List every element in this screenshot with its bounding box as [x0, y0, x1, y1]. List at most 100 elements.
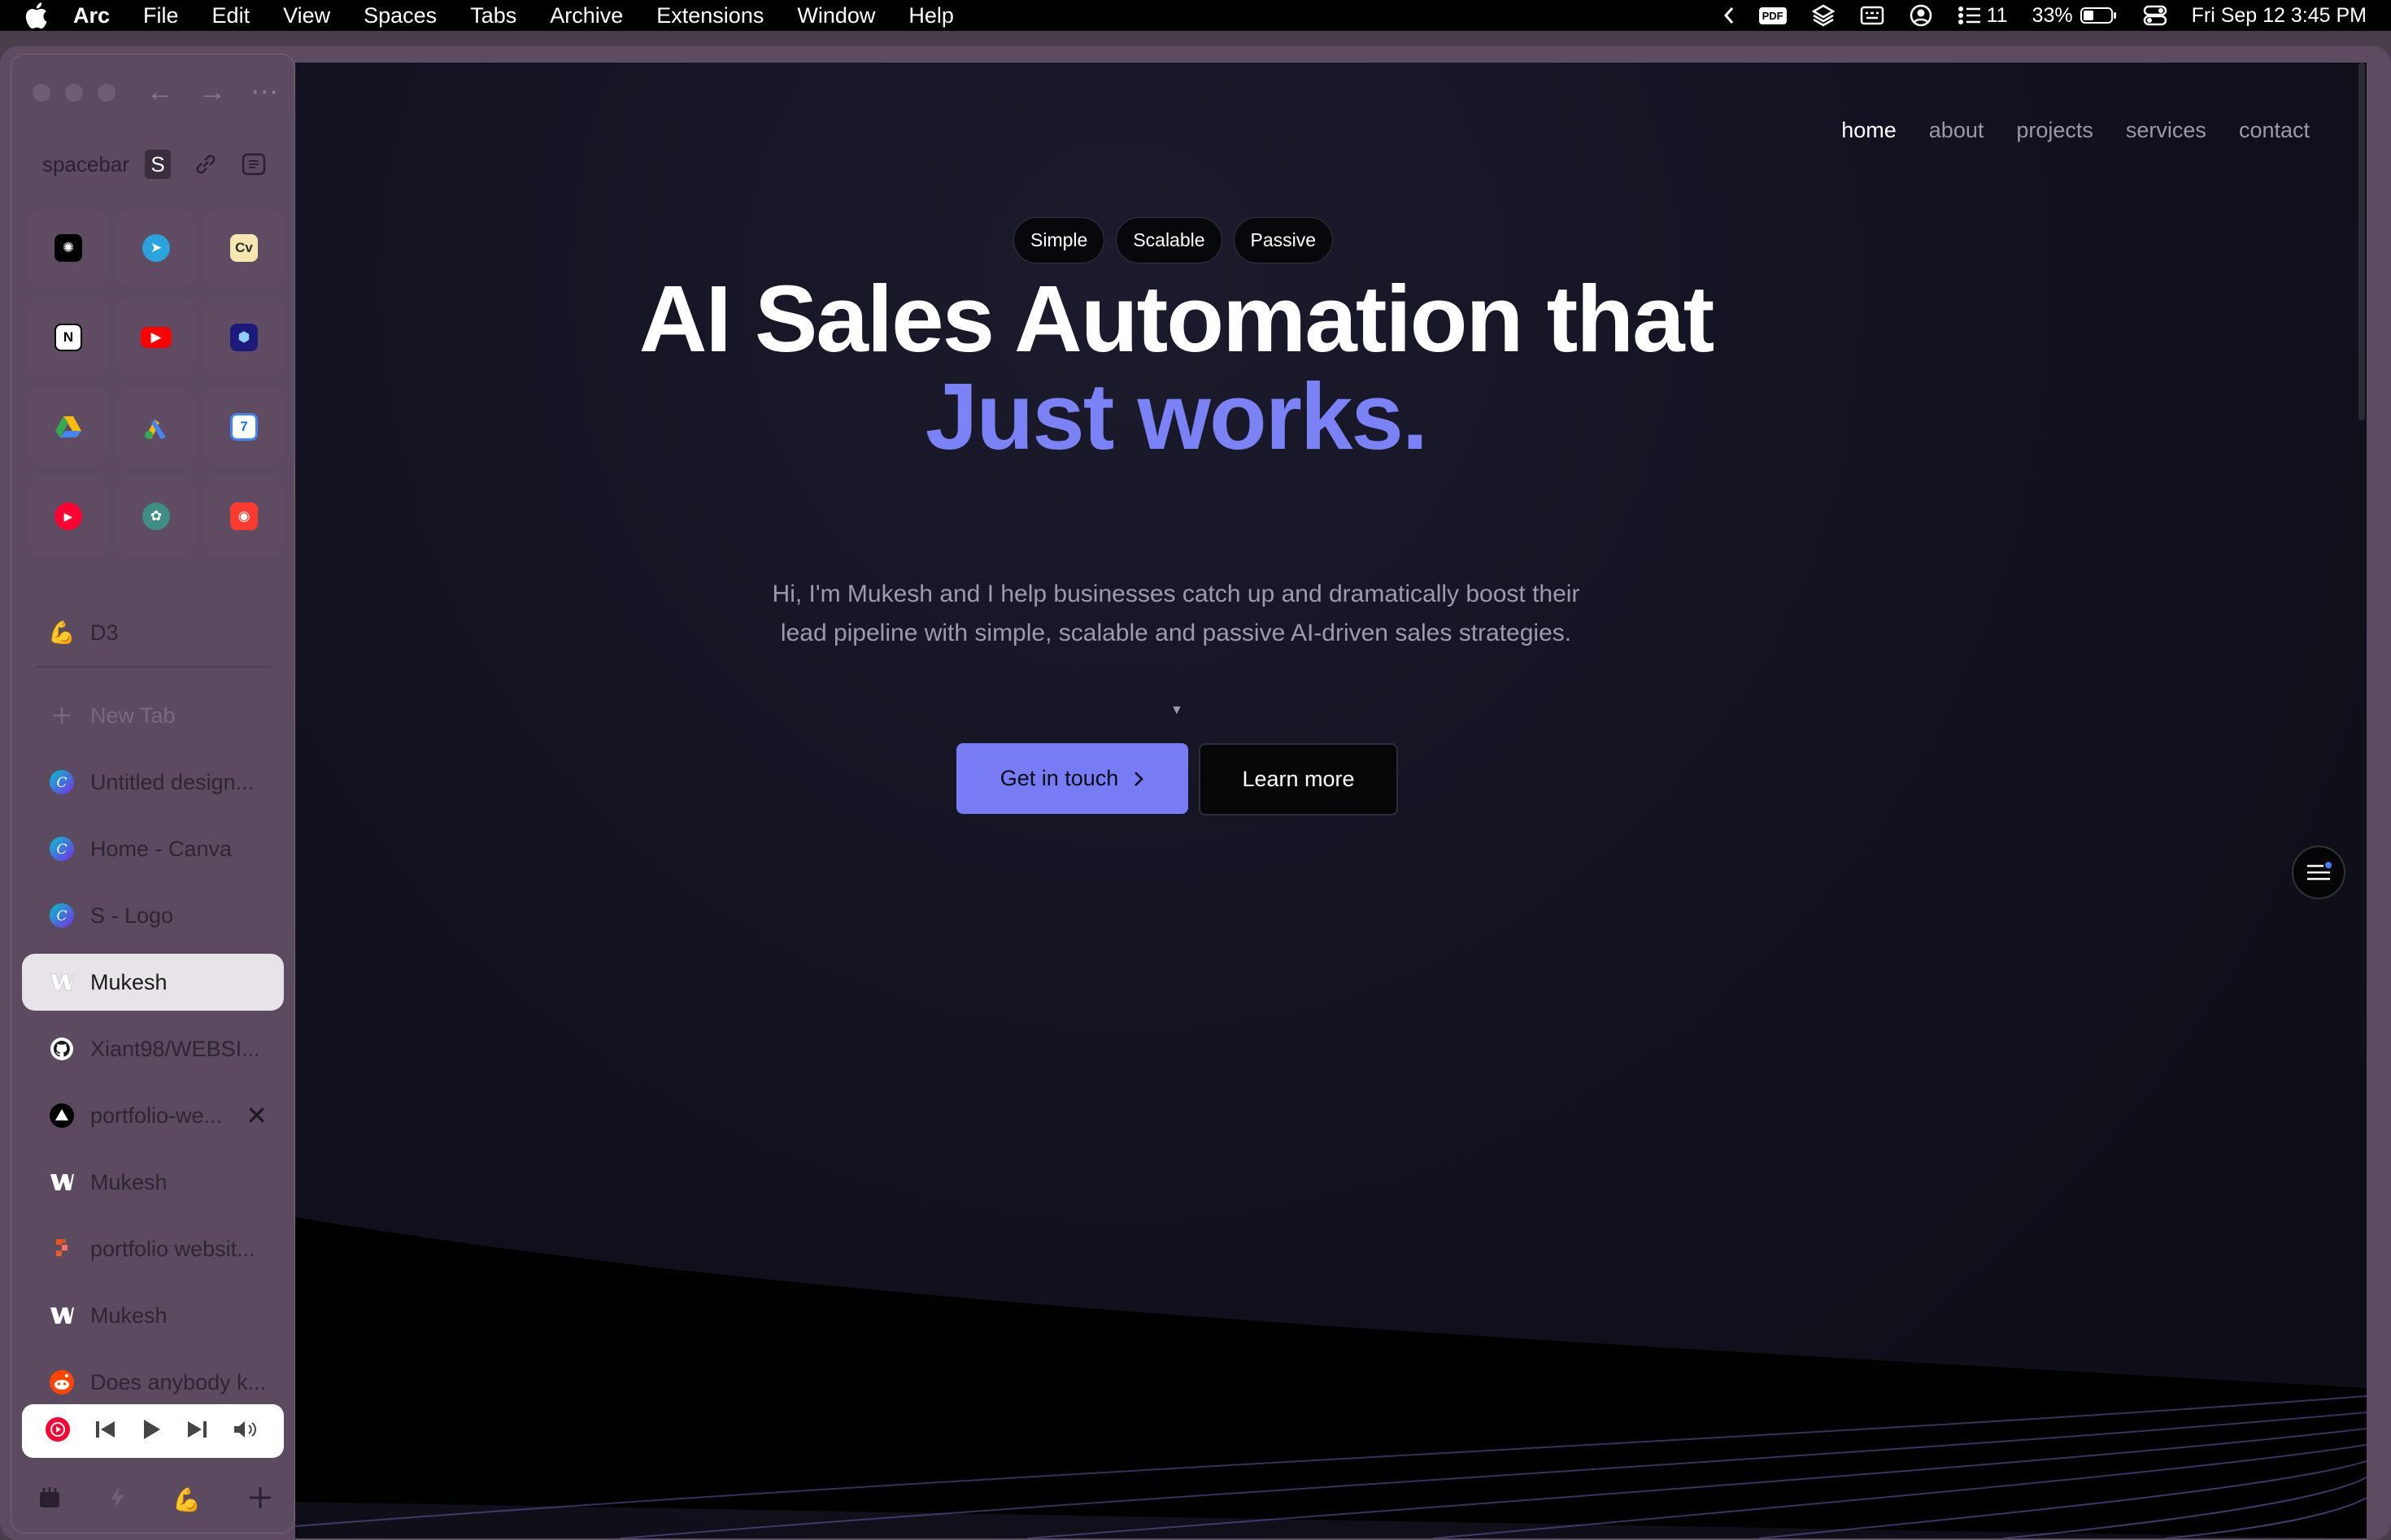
tab-label: Home - Canva — [90, 836, 233, 861]
favorite-tile[interactable]: Cv — [205, 209, 283, 287]
favorite-tile[interactable]: ◉ — [205, 477, 283, 555]
menu-file[interactable]: File — [143, 3, 179, 28]
webflow-icon — [48, 968, 76, 996]
google-ads-icon — [142, 413, 170, 441]
archive-icon[interactable] — [37, 1486, 62, 1514]
close-window-button[interactable] — [33, 84, 50, 102]
user-circle-icon[interactable] — [1909, 3, 1933, 28]
figma-icon — [48, 1235, 76, 1263]
space-name[interactable]: spacebar — [42, 152, 133, 177]
menu-edit[interactable]: Edit — [212, 3, 250, 28]
next-track-icon[interactable] — [185, 1419, 209, 1444]
apple-menu-icon[interactable] — [20, 2, 52, 29]
nav-link-projects[interactable]: projects — [2016, 118, 2093, 143]
favorite-tile[interactable]: N — [29, 298, 107, 376]
menu-help[interactable]: Help — [908, 3, 954, 28]
tab-label: portfolio-we... — [90, 1103, 223, 1128]
favorite-tile[interactable]: ✺ — [29, 209, 107, 287]
bolt-icon[interactable] — [108, 1486, 126, 1514]
close-tab-icon[interactable]: ✕ — [246, 1100, 268, 1131]
chat-menu-button[interactable] — [2292, 846, 2345, 899]
value-pills: Simple Scalable Passive — [1013, 217, 1334, 263]
add-space-icon[interactable] — [247, 1485, 273, 1515]
screen-recorder-icon: ◉ — [230, 502, 258, 530]
menu-app-name[interactable]: Arc — [73, 3, 110, 28]
battery-status[interactable]: 33% — [2032, 4, 2119, 28]
menu-lines-icon — [2307, 862, 2332, 881]
chatgpt-icon: ✿ — [142, 502, 170, 530]
menu-window[interactable]: Window — [797, 3, 875, 28]
youtube-music-icon[interactable] — [45, 1416, 71, 1446]
tab-item-active[interactable]: Mukesh — [22, 954, 284, 1011]
zoom-window-button[interactable] — [98, 84, 115, 102]
learn-more-button[interactable]: Learn more — [1199, 743, 1398, 816]
new-tab-button[interactable]: New Tab — [22, 687, 284, 744]
tab-item[interactable]: C Home - Canva — [22, 820, 284, 877]
menu-extensions[interactable]: Extensions — [656, 3, 764, 28]
pinned-item-d3[interactable]: 💪 D3 — [22, 604, 284, 661]
menu-tabs[interactable]: Tabs — [470, 3, 516, 28]
tab-item[interactable]: Does anybody k... — [22, 1354, 284, 1411]
favorite-tile[interactable]: ▶ — [29, 477, 107, 555]
sidebar-divider — [36, 666, 272, 668]
volume-icon[interactable] — [232, 1418, 261, 1445]
canva-icon: C — [48, 768, 76, 796]
tab-item[interactable]: C Untitled design... — [22, 754, 284, 811]
list-counter-icon[interactable]: 11 — [1958, 4, 2008, 28]
tab-item[interactable]: C S - Logo — [22, 887, 284, 944]
tab-item[interactable]: portfolio-we... ✕ — [22, 1087, 284, 1144]
previous-track-icon[interactable] — [94, 1419, 118, 1444]
svg-text:C: C — [56, 775, 67, 791]
nav-link-home[interactable]: home — [1841, 118, 1897, 143]
pinned-item-label: D3 — [90, 620, 119, 645]
get-in-touch-button[interactable]: Get in touch — [956, 743, 1188, 814]
chevron-right-icon — [1135, 771, 1144, 786]
back-arrow-icon[interactable]: ← — [146, 76, 174, 108]
nav-link-about[interactable]: about — [1929, 118, 1984, 143]
favorite-tile[interactable]: 7 — [205, 388, 283, 466]
window-traffic-lights — [33, 84, 115, 102]
sidebar-bottom-bar: 💪 — [37, 1479, 273, 1520]
tab-item[interactable]: Mukesh — [22, 1154, 284, 1211]
menu-archive[interactable]: Archive — [550, 3, 623, 28]
play-icon[interactable] — [141, 1418, 162, 1445]
pill-passive: Passive — [1233, 217, 1334, 263]
site-navigation: home about projects services contact — [1841, 118, 2310, 143]
favorite-tile[interactable] — [29, 388, 107, 466]
learn-more-label: Learn more — [1242, 767, 1355, 791]
menu-spaces[interactable]: Spaces — [364, 3, 437, 28]
nav-link-contact[interactable]: contact — [2239, 118, 2310, 143]
tab-item[interactable]: Xiant98/WEBSI... — [22, 1020, 284, 1077]
vercel-icon — [48, 1102, 76, 1129]
tab-item[interactable]: portfolio websit... — [22, 1220, 284, 1277]
forward-arrow-icon[interactable]: → — [198, 76, 226, 108]
favorite-tile[interactable]: ✿ — [117, 477, 195, 555]
favorite-tile[interactable]: ▶ — [117, 298, 195, 376]
webflow-icon — [48, 1302, 76, 1329]
clock-datetime[interactable]: Fri Sep 12 3:45 PM — [2192, 4, 2367, 28]
tab-label: portfolio websit... — [90, 1236, 255, 1261]
list-count: 11 — [1986, 3, 2008, 27]
page-scrollbar[interactable] — [2358, 63, 2365, 420]
control-center-icon[interactable] — [2143, 5, 2167, 26]
chevron-left-icon[interactable] — [1723, 6, 1735, 25]
pdf-icon[interactable]: PDF — [1758, 7, 1787, 24]
favorite-tile[interactable]: ⬢ — [205, 298, 283, 376]
minimize-window-button[interactable] — [65, 84, 83, 102]
nav-link-services[interactable]: services — [2126, 118, 2206, 143]
space-header: spacebar S — [42, 144, 278, 185]
copy-link-icon[interactable] — [194, 152, 218, 176]
sidebar-toggle-icon[interactable] — [241, 151, 267, 177]
flexed-biceps-icon[interactable]: 💪 — [172, 1486, 201, 1513]
plus-icon — [48, 702, 76, 729]
favorite-tile[interactable]: ➤ — [117, 209, 195, 287]
tab-item[interactable]: Mukesh — [22, 1287, 284, 1344]
more-options-icon[interactable]: ⋯ — [250, 76, 278, 108]
flexed-biceps-icon: 💪 — [48, 620, 76, 645]
menu-view[interactable]: View — [283, 3, 330, 28]
favorite-tile[interactable] — [117, 388, 195, 466]
keyboard-icon[interactable] — [1860, 5, 1884, 26]
caret-down-icon: ▼ — [1170, 703, 1183, 717]
layers-icon[interactable] — [1811, 3, 1836, 28]
favorites-grid: ✺ ➤ Cv N ▶ ⬢ 7 ▶ ✿ ◉ — [29, 209, 283, 555]
